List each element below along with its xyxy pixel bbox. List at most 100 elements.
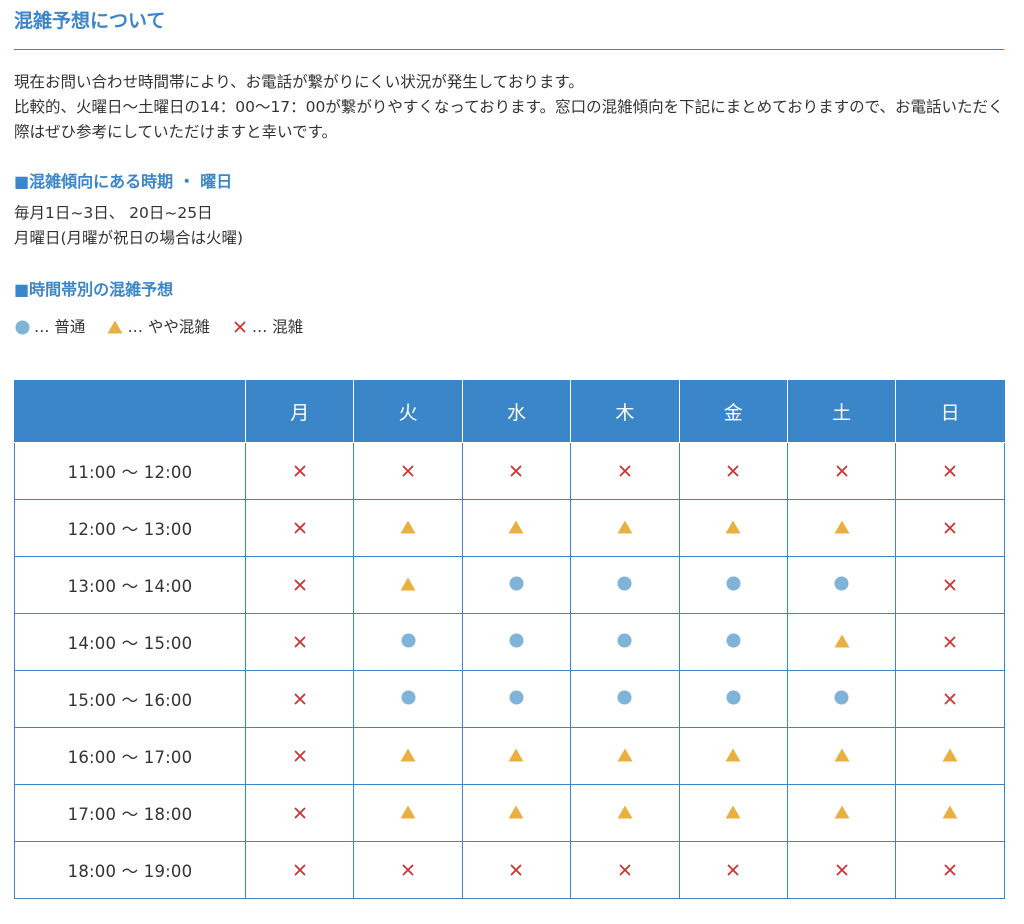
peak-period-line: 月曜日(月曜が祝日の場合は火曜) bbox=[14, 229, 244, 247]
table-row: 17:00 〜 18:00 bbox=[14, 784, 1005, 842]
congestion-cell bbox=[570, 499, 680, 557]
cross-icon bbox=[292, 634, 308, 650]
congestion-cell bbox=[461, 727, 572, 785]
congestion-cell bbox=[570, 727, 680, 785]
congestion-cell bbox=[570, 841, 680, 899]
intro-paragraph: 比較的、火曜日〜土曜日の14：00〜17：00が繋がりやすくなっております。窓口… bbox=[14, 98, 1004, 141]
day-header: 土 bbox=[786, 380, 897, 443]
congestion-cell bbox=[786, 442, 897, 500]
legend: … 普通 … やや混雑 … 混雑 bbox=[14, 315, 1004, 339]
time-slot-cell: 17:00 〜 18:00 bbox=[14, 784, 246, 842]
triangle-icon bbox=[400, 804, 416, 820]
triangle-icon bbox=[400, 576, 416, 592]
congestion-cell bbox=[786, 784, 897, 842]
cross-icon bbox=[834, 463, 850, 479]
day-header: 火 bbox=[353, 380, 463, 443]
congestion-cell bbox=[895, 556, 1005, 614]
triangle-icon bbox=[725, 804, 741, 820]
triangle-icon bbox=[617, 804, 633, 820]
congestion-cell bbox=[678, 499, 788, 557]
cross-icon bbox=[942, 691, 958, 707]
cross-icon bbox=[942, 862, 958, 878]
congestion-cell bbox=[895, 442, 1005, 500]
circle-icon bbox=[834, 689, 850, 705]
table-row: 16:00 〜 17:00 bbox=[14, 727, 1005, 785]
cross-icon bbox=[232, 319, 248, 335]
congestion-cell bbox=[353, 784, 463, 842]
section-heading-peak-period: ■混雑傾向にある時期 ・ 曜日 bbox=[14, 172, 233, 191]
congestion-cell bbox=[461, 442, 572, 500]
cross-icon bbox=[292, 577, 308, 593]
cross-icon bbox=[292, 748, 308, 764]
circle-icon bbox=[725, 575, 741, 591]
cross-icon bbox=[942, 463, 958, 479]
table-row: 18:00 〜 19:00 bbox=[14, 841, 1005, 899]
congestion-cell bbox=[786, 727, 897, 785]
circle-icon bbox=[508, 689, 524, 705]
legend-item-crowded: … 混雑 bbox=[232, 316, 303, 338]
triangle-icon bbox=[617, 519, 633, 535]
congestion-cell bbox=[353, 499, 463, 557]
legend-label: … 普通 bbox=[34, 318, 86, 336]
triangle-icon bbox=[508, 804, 524, 820]
congestion-cell bbox=[244, 499, 355, 557]
congestion-cell bbox=[244, 841, 355, 899]
congestion-cell bbox=[353, 670, 463, 728]
cross-icon bbox=[725, 862, 741, 878]
table-row: 15:00 〜 16:00 bbox=[14, 670, 1005, 728]
congestion-cell bbox=[244, 670, 355, 728]
congestion-cell bbox=[244, 442, 355, 500]
congestion-cell bbox=[461, 670, 572, 728]
intro-paragraph: 現在お問い合わせ時間帯により、お電話が繋がりにくい状況が発生しております。 bbox=[14, 73, 584, 91]
congestion-table: 月 火 水 木 金 土 日 11:00 〜 12:00 12:00 〜 13:00… bbox=[14, 380, 1005, 899]
congestion-cell bbox=[786, 841, 897, 899]
cross-icon bbox=[400, 463, 416, 479]
cross-icon bbox=[942, 634, 958, 650]
cross-icon bbox=[292, 805, 308, 821]
congestion-cell bbox=[353, 727, 463, 785]
congestion-cell bbox=[244, 727, 355, 785]
congestion-cell bbox=[353, 556, 463, 614]
triangle-icon bbox=[725, 747, 741, 763]
cross-icon bbox=[725, 463, 741, 479]
circle-icon bbox=[617, 575, 633, 591]
congestion-cell bbox=[786, 556, 897, 614]
congestion-cell bbox=[570, 784, 680, 842]
triangle-icon bbox=[617, 747, 633, 763]
time-slot-cell: 16:00 〜 17:00 bbox=[14, 727, 246, 785]
cross-icon bbox=[508, 862, 524, 878]
day-header: 木 bbox=[570, 380, 680, 443]
triangle-icon bbox=[834, 804, 850, 820]
day-header: 金 bbox=[678, 380, 788, 443]
circle-icon bbox=[725, 689, 741, 705]
congestion-cell bbox=[353, 442, 463, 500]
triangle-icon bbox=[942, 804, 958, 820]
cross-icon bbox=[292, 520, 308, 536]
congestion-cell bbox=[678, 670, 788, 728]
congestion-cell bbox=[786, 499, 897, 557]
legend-label: … やや混雑 bbox=[127, 318, 210, 336]
legend-label: … 混雑 bbox=[251, 318, 304, 336]
cross-icon bbox=[508, 463, 524, 479]
day-header: 月 bbox=[244, 380, 355, 443]
section-heading-hourly-forecast: ■時間帯別の混雑予想 bbox=[14, 280, 174, 299]
time-slot-cell: 14:00 〜 15:00 bbox=[14, 613, 246, 671]
congestion-cell bbox=[244, 556, 355, 614]
congestion-cell bbox=[678, 442, 788, 500]
triangle-icon bbox=[508, 747, 524, 763]
congestion-cell bbox=[353, 841, 463, 899]
congestion-cell bbox=[678, 556, 788, 614]
congestion-cell bbox=[244, 613, 355, 671]
congestion-cell bbox=[895, 784, 1005, 842]
cross-icon bbox=[617, 463, 633, 479]
legend-item-normal: … 普通 bbox=[14, 316, 85, 338]
congestion-cell bbox=[678, 727, 788, 785]
congestion-cell bbox=[786, 613, 897, 671]
circle-icon bbox=[508, 575, 524, 591]
table-header-row: 月 火 水 木 金 土 日 bbox=[14, 380, 1005, 443]
congestion-cell bbox=[678, 841, 788, 899]
congestion-cell bbox=[678, 613, 788, 671]
cross-icon bbox=[942, 520, 958, 536]
time-slot-cell: 15:00 〜 16:00 bbox=[14, 670, 246, 728]
congestion-cell bbox=[570, 442, 680, 500]
